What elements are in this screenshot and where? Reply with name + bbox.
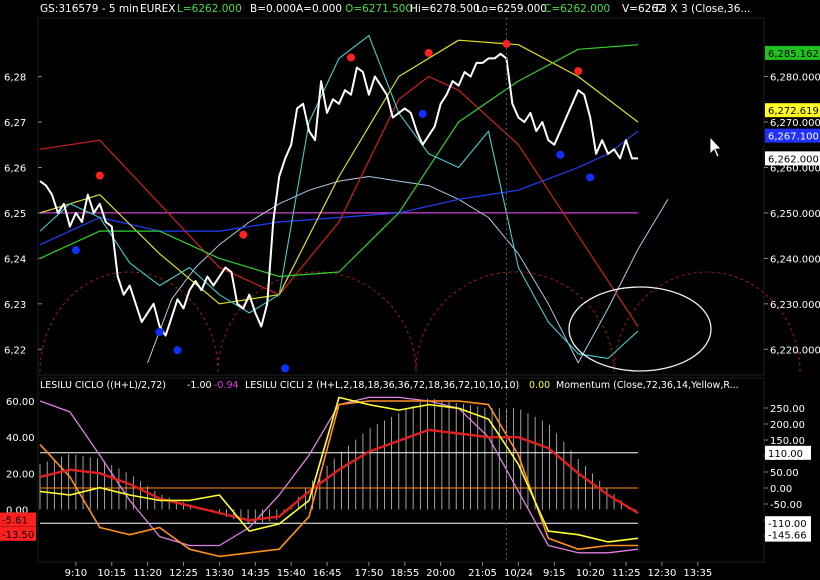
- swing-low-marker: [71, 246, 80, 255]
- right-tick-label: 6,220.000: [770, 345, 820, 356]
- swing-low-marker: [586, 173, 595, 182]
- swing-low-marker: [281, 364, 290, 373]
- price-badge-label: 6,262.000: [768, 154, 819, 165]
- osc-right-tick-label: 250.00: [770, 404, 805, 415]
- x-tick-label: 17:50: [354, 568, 383, 579]
- x-tick-label: 20:00: [426, 568, 455, 579]
- swing-high-marker: [346, 53, 355, 62]
- y-tick-label: 6,27: [4, 118, 26, 129]
- price-header: GS:316579 - 5 min EUREX L=6262.000 B=0.0…: [40, 3, 750, 15]
- header-symbol: GS:316579 - 5 min: [40, 3, 139, 15]
- y-tick-label: 6,22: [4, 345, 26, 356]
- osc-badge-label: 110.00: [768, 449, 803, 460]
- x-tick-label: 14:35: [241, 568, 270, 579]
- study2-label: LESILU CICLI 2 (H+L,2,18,18,36,36,72,18,…: [245, 380, 519, 391]
- price-badge-label: 6,285.162: [768, 49, 819, 60]
- study1-label: LESILU CICLO ((H+L)/2,72): [40, 380, 166, 391]
- y-tick-label: 6,24: [4, 254, 26, 265]
- osc-y-tick-label: 40.00: [6, 433, 35, 444]
- osc-left-badge-label: -5.61: [2, 516, 28, 527]
- price-badge-label: 6,272.619: [768, 106, 819, 117]
- x-tick-label: 12:30: [648, 568, 677, 579]
- header-open: O=6271.500: [345, 3, 412, 15]
- swing-high-marker: [574, 67, 583, 76]
- x-tick-label: 9:15: [543, 568, 565, 579]
- osc-left-badge-label: -13.50: [2, 530, 34, 541]
- header-last: L=6262.000: [177, 3, 242, 15]
- header-bid: B=0.000: [250, 3, 296, 15]
- study1-value2: -0.94: [214, 380, 239, 391]
- y-tick-label: 6,25: [4, 209, 26, 220]
- x-tick-label: 10:15: [97, 568, 126, 579]
- x-tick-label: 10/24: [504, 568, 533, 579]
- x-tick-label: 16:45: [313, 568, 342, 579]
- osc-badge-label: -145.66: [768, 531, 807, 542]
- right-tick-label: 6,250.000: [770, 209, 820, 220]
- header-high: Hi=6278.500: [410, 3, 480, 15]
- right-tick-label: 6,270.000: [770, 118, 820, 129]
- osc-right-tick-label: 0.00: [770, 484, 792, 495]
- study1-value: -1.00: [187, 380, 212, 391]
- x-tick-label: 11:25: [612, 568, 641, 579]
- osc-y-tick-label: 60.00: [6, 397, 35, 408]
- osc-right-tick-label: 150.00: [770, 436, 805, 447]
- y-tick-label: 6,23: [4, 300, 26, 311]
- swing-high-marker: [95, 171, 104, 180]
- x-tick-label: 13:30: [205, 568, 234, 579]
- x-tick-label: 15:40: [277, 568, 306, 579]
- header-low: Lo=6259.000: [476, 3, 547, 15]
- trading-chart[interactable]: GS:316579 - 5 min EUREX L=6262.000 B=0.0…: [0, 0, 820, 580]
- x-tick-label: 21:05: [468, 568, 497, 579]
- x-tick-label: 12:25: [169, 568, 198, 579]
- header-ask: A=0.000: [296, 3, 342, 15]
- osc-y-tick-label: 20.00: [6, 469, 35, 480]
- oscillator-header: LESILU CICLO ((H+L)/2,72) -1.00 -0.94 LE…: [40, 380, 739, 391]
- right-tick-label: 6,230.000: [770, 300, 820, 311]
- swing-high-marker: [239, 230, 248, 239]
- swing-high-marker: [424, 48, 433, 57]
- swing-low-marker: [173, 346, 182, 355]
- x-tick-label: 9:10: [65, 568, 87, 579]
- swing-low-marker: [556, 150, 565, 159]
- x-tick-label: 11:20: [133, 568, 162, 579]
- price-badge-label: 6,267.100: [768, 132, 819, 143]
- osc-right-tick-label: -50.00: [770, 500, 802, 511]
- x-tick-label: 10:20: [576, 568, 605, 579]
- osc-right-tick-label: 50.00: [770, 468, 799, 479]
- study3-label: Momentum (Close,72,36,14,Yellow,R...: [556, 380, 739, 391]
- header-close: C=6262.000: [544, 3, 610, 15]
- study2-value: 0.00: [529, 380, 550, 391]
- header-study: T3 X 3 (Close,36...: [653, 3, 750, 15]
- swing-low-marker: [155, 328, 164, 336]
- right-tick-label: 6,240.000: [770, 254, 820, 265]
- x-tick-label: 18:55: [390, 568, 419, 579]
- y-tick-label: 6,28: [4, 73, 26, 84]
- swing-low-marker: [418, 109, 427, 118]
- right-tick-label: 6,280.000: [770, 73, 820, 84]
- x-tick-label: 13:35: [683, 568, 712, 579]
- y-tick-label: 6,26: [4, 163, 26, 174]
- header-exchange: EUREX: [140, 3, 175, 15]
- osc-right-tick-label: 200.00: [770, 420, 805, 431]
